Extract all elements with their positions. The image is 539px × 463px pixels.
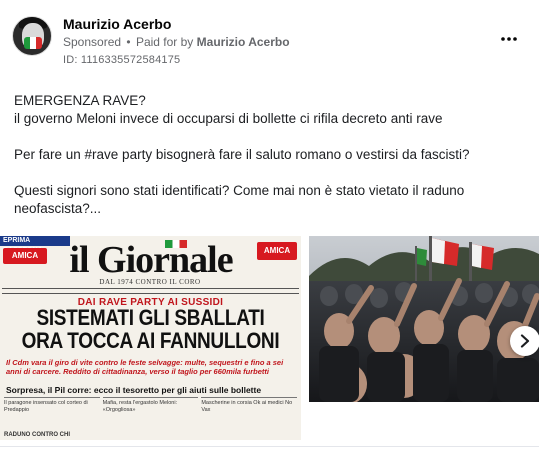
newspaper-column: Mafia, resta l'ergastolo Meloni: «Orgogl… [102,397,199,433]
sponsored-line: Sponsored • Paid for by Maurizio Acerbo [63,35,290,49]
paid-for-prefix: Paid for by [135,35,194,49]
newspaper-column: Il paragone insensato col corteo di Pred… [4,397,100,433]
post-body: EMERGENZA RAVE? il governo Meloni invece… [14,92,526,218]
separator-dot: • [126,35,131,49]
post-divider [0,446,539,447]
newspaper-image[interactable]: EPRIMA RASSEGNA AMICA il Giornale AMICA … [0,236,301,440]
media-carousel[interactable]: EPRIMA RASSEGNA AMICA il Giornale AMICA … [0,236,539,440]
more-options-button[interactable] [497,30,521,48]
crowd-photo-art [309,236,539,402]
more-horizontal-icon [501,37,517,41]
post-line: EMERGENZA RAVE? [14,93,146,108]
paid-for-by: Maurizio Acerbo [196,35,290,49]
newspaper-headline-2: ORA TOCCA AI FANNULLONI [21,329,280,354]
author-name[interactable]: Maurizio Acerbo [63,16,171,32]
newspaper-subhead-2: Sorpresa, il Pil corre: ecco il tesorett… [6,385,262,395]
chevron-right-icon [520,334,530,348]
author-avatar[interactable] [12,16,52,56]
newspaper-masthead: il Giornale [69,239,233,281]
post-line: Questi signori sono stati identificati? … [14,183,465,198]
masthead-rule [2,288,299,294]
ad-library-id: ID: 1116335572584175 [63,54,181,66]
newspaper-headline-1: SISTEMATI GLI SBALLATI [36,306,265,331]
post-header: Maurizio Acerbo Sponsored • Paid for by … [12,14,527,70]
newspaper-subhead: Il Cdm vara il giro di vite contro le fe… [6,358,284,376]
amica-badge-right: AMICA [257,242,297,260]
post-line: Per fare un #rave party bisognerà fare i… [14,147,470,162]
newspaper-columns: Il paragone insensato col corteo di Pred… [4,397,298,433]
post-line: neofascista?... [14,201,102,216]
newspaper-column: Mascherine in corsia Ok ai medici No Vax [201,397,298,433]
sponsored-label: Sponsored [63,35,122,49]
crowd-photo[interactable] [309,236,539,402]
post-line: il governo Meloni invece di occuparsi di… [14,111,443,126]
newspaper-tagline: DAL 1974 CONTRO IL CORO [99,278,201,286]
carousel-next-button[interactable] [510,326,539,356]
newspaper-footer: RADUNO CONTRO CHI [4,432,70,438]
amica-badge-left: AMICA [3,248,47,264]
